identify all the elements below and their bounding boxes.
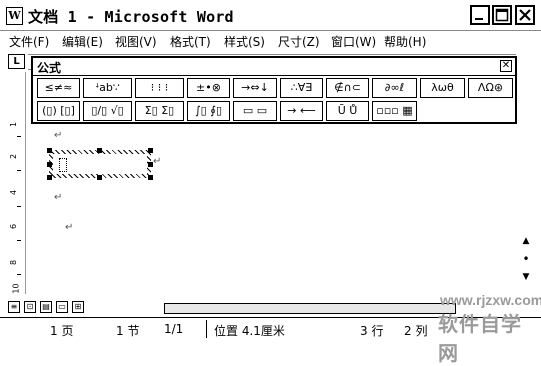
ruler-tick [17, 206, 21, 207]
scroll-up-button[interactable]: ▲ [518, 234, 534, 248]
menu-bar: 文件(F) 编辑(E) 视图(V) 格式(T) 样式(S) 尺寸(Z) 窗口(W… [0, 31, 541, 51]
scroll-down-button[interactable]: ▼ [518, 270, 534, 284]
status-position: 位置 4.1厘米 [214, 324, 285, 338]
resize-handle[interactable] [97, 148, 102, 153]
ruler-number: 8 [9, 259, 19, 266]
equation-toolbar-header[interactable]: 公式 ✕ [33, 58, 515, 76]
ruler-number: 10 [11, 283, 21, 294]
status-page-of: 1/1 [164, 322, 184, 336]
arrow-symbols-button[interactable]: →⇔↓ [233, 78, 277, 98]
menu-size[interactable]: 尺寸(Z) [278, 33, 320, 50]
menu-view[interactable]: 视图(V) [115, 33, 157, 50]
status-column: 2 列 [404, 324, 428, 338]
resize-handle[interactable] [148, 148, 153, 153]
relational-symbols-button[interactable]: ≤≠≈ [37, 78, 80, 98]
view-buttons: ≡ ⊡ ▤ ▭ ⊞ [8, 300, 158, 315]
summation-templates-button[interactable]: Σ▯ Σ▯ [135, 101, 184, 121]
reading-layout-view-button[interactable]: ⊞ [72, 301, 84, 313]
tab-stop-selector[interactable]: L [8, 54, 25, 69]
status-line: 3 行 [360, 324, 384, 338]
select-browse-object-button[interactable]: • [518, 252, 534, 266]
paragraph-mark: ↵ [153, 156, 162, 167]
equation-editing-box[interactable] [47, 148, 153, 180]
equation-toolbar: 公式 ✕ ≤≠≈ ꜜab∵ ⁝ ⁝ ⁝ ±•⊗ →⇔↓ ∴∀∃ ∉∩⊂ ∂∞ℓ … [31, 56, 517, 124]
window-title: 文档 1 - Microsoft Word [28, 8, 234, 26]
fraction-radical-templates-button[interactable]: ▯/▯ √▯ [83, 101, 132, 121]
web-layout-view-button[interactable]: ⊡ [24, 301, 36, 313]
resize-handle[interactable] [47, 175, 52, 180]
ruler-number: 6 [9, 223, 19, 230]
menu-help[interactable]: 帮助(H) [384, 33, 426, 50]
ruler-number: 4 [9, 189, 19, 196]
title-bar: W 文档 1 - Microsoft Word [0, 0, 541, 31]
paragraph-mark: ↵ [54, 192, 63, 203]
outline-view-button[interactable]: ▭ [56, 301, 68, 313]
menu-window[interactable]: 窗口(W) [331, 33, 376, 50]
set-theory-symbols-button[interactable]: ∉∩⊂ [326, 78, 369, 98]
print-layout-view-button[interactable]: ▤ [40, 301, 52, 313]
paragraph-mark: ↵ [65, 222, 74, 233]
watermark-text: 软件自学网 [438, 314, 522, 365]
equation-input-area[interactable] [53, 154, 147, 174]
maximize-button[interactable] [492, 5, 512, 25]
ruler-tick [17, 136, 21, 137]
logical-symbols-button[interactable]: ∴∀∃ [280, 78, 323, 98]
ruler-tick [17, 274, 21, 275]
minimize-icon [475, 18, 483, 20]
misc-symbols-button[interactable]: ∂∞ℓ [372, 78, 417, 98]
resize-handle[interactable] [47, 162, 52, 167]
minimize-button[interactable] [470, 5, 490, 25]
status-separator [206, 320, 207, 338]
menu-edit[interactable]: 编辑(E) [62, 33, 103, 50]
operator-symbols-button[interactable]: ±•⊗ [187, 78, 230, 98]
fence-templates-button[interactable]: (▯) [▯] [37, 101, 80, 121]
close-button[interactable] [515, 5, 535, 25]
equation-toolbar-close-button[interactable]: ✕ [500, 60, 512, 72]
menu-format[interactable]: 格式(T) [170, 33, 211, 50]
maximize-icon [495, 8, 509, 22]
underbar-overbar-templates-button[interactable]: ▭ ▭ [233, 101, 277, 121]
menu-style[interactable]: 样式(S) [224, 33, 265, 50]
paragraph-mark: ↵ [54, 130, 63, 141]
resize-handle[interactable] [97, 175, 102, 180]
menu-file[interactable]: 文件(F) [9, 33, 49, 50]
spaces-ellipses-button[interactable]: ꜜab∵ [83, 78, 132, 98]
ruler-tick [17, 170, 21, 171]
vertical-ruler[interactable]: 1 2 4 6 8 10 [8, 72, 26, 294]
labeled-arrow-templates-button[interactable]: → ⟵ [280, 101, 323, 121]
ruler-number: 2 [9, 153, 19, 160]
vertical-scroll-controls: ▲ • ▼ [518, 232, 534, 300]
status-page: 1 页 [50, 324, 74, 338]
products-set-theory-templates-button[interactable]: Ū Ů [326, 101, 369, 121]
ruler-number: 1 [9, 121, 19, 128]
resize-handle[interactable] [47, 148, 52, 153]
word-app-icon[interactable]: W [6, 7, 23, 25]
greek-lowercase-button[interactable]: λωθ [420, 78, 465, 98]
embellishments-button[interactable]: ⁝ ⁝ ⁝ [135, 78, 184, 98]
equation-toolbar-title: 公式 [37, 61, 62, 75]
greek-uppercase-button[interactable]: ΛΩ⊛ [468, 78, 513, 98]
integral-templates-button[interactable]: ∫▯ ∮▯ [187, 101, 230, 121]
ruler-tick [17, 240, 21, 241]
watermark-url: www.rjzxw.com [440, 292, 541, 308]
status-section: 1 节 [116, 324, 140, 338]
close-icon [519, 9, 531, 21]
equation-insertion-point [59, 158, 67, 172]
horizontal-scroll-thumb[interactable] [164, 303, 456, 314]
normal-view-button[interactable]: ≡ [8, 301, 20, 313]
resize-handle[interactable] [148, 175, 153, 180]
matrix-templates-button[interactable]: ▫▫▫ ▦ [372, 101, 417, 121]
